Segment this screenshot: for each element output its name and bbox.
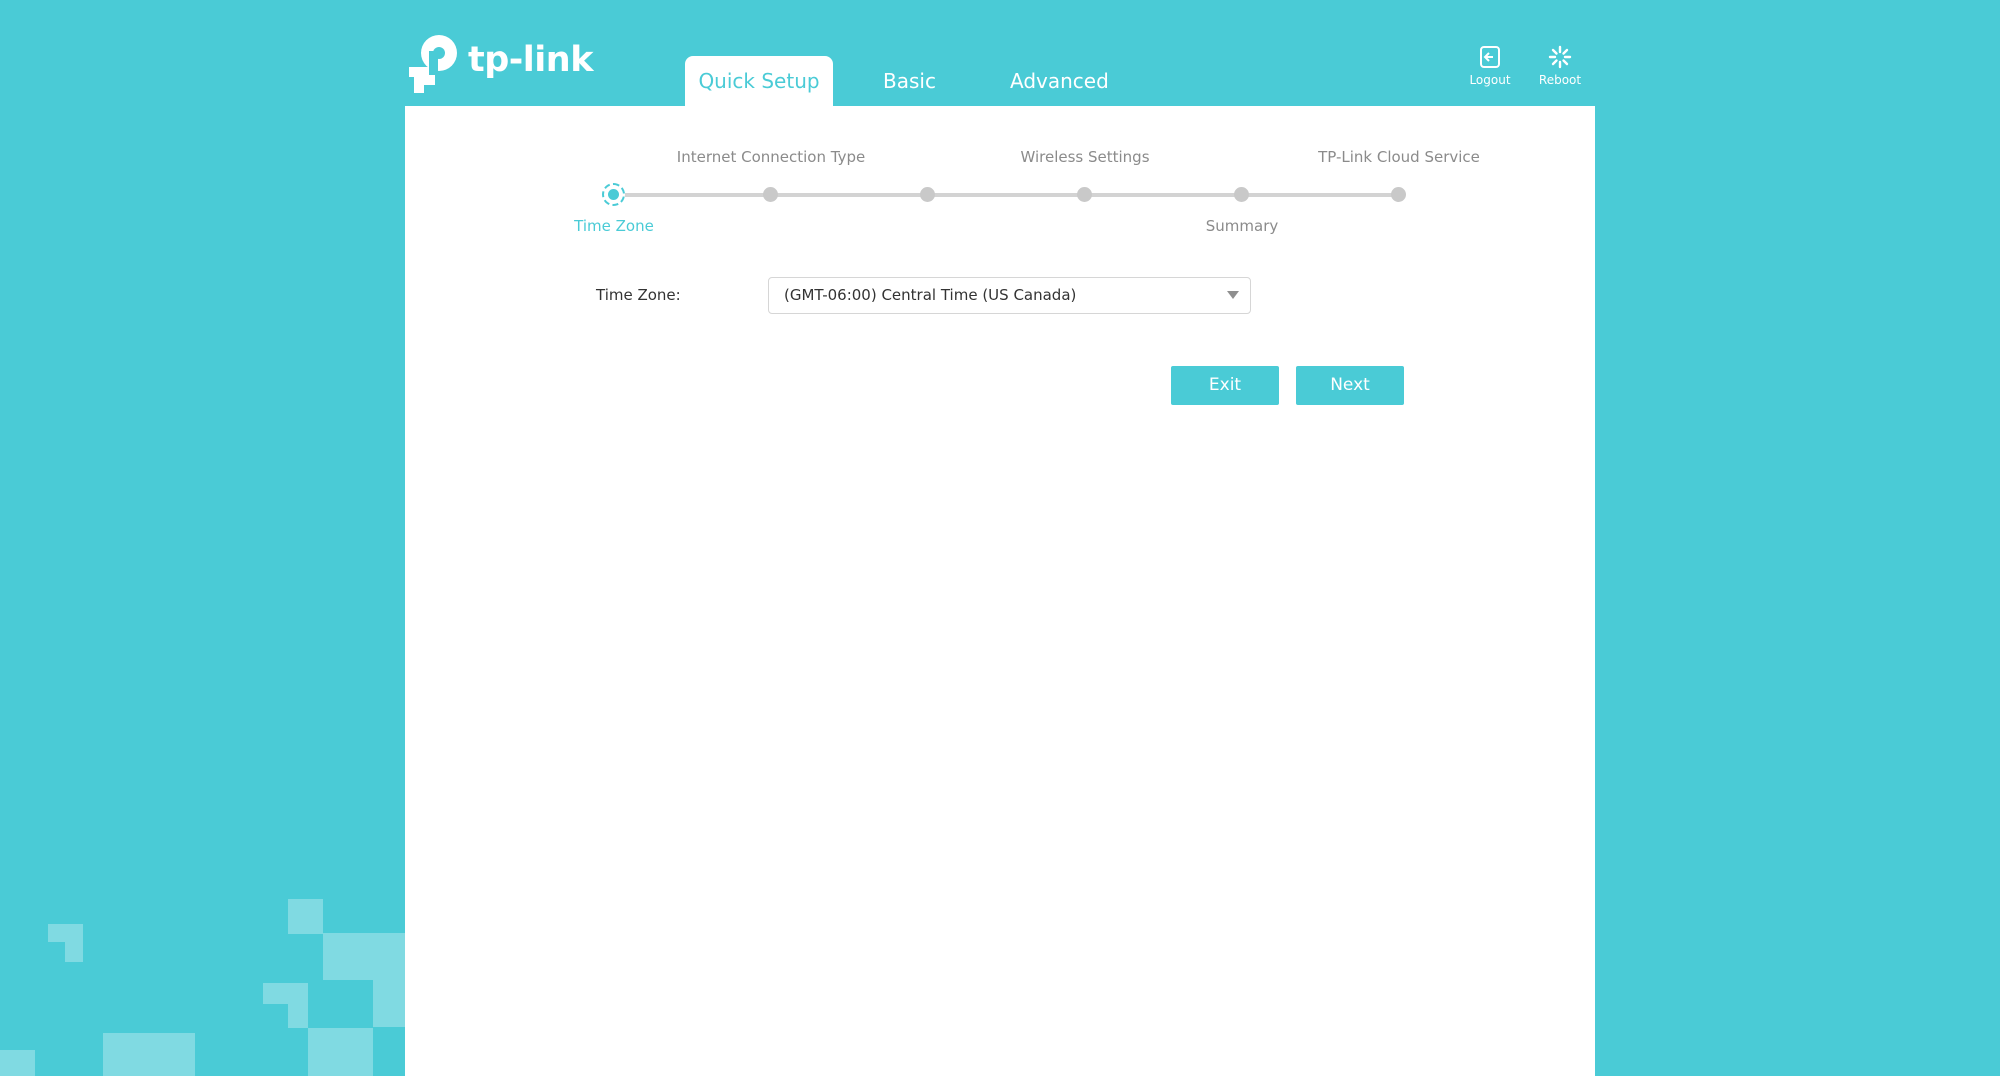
step-dot-cloud-service <box>1391 187 1406 202</box>
logout-button[interactable]: Logout <box>1455 45 1525 87</box>
brand-name: tp-link <box>468 40 594 80</box>
tab-advanced[interactable]: Advanced <box>1010 56 1109 106</box>
time-zone-select[interactable]: (GMT-06:00) Central Time (US Canada) <box>768 277 1251 314</box>
time-zone-label: Time Zone: <box>596 286 681 304</box>
logout-label: Logout <box>1469 73 1511 87</box>
quick-setup-panel: Time Zone Internet Connection Type Wirel… <box>405 106 1595 1076</box>
time-zone-value: (GMT-06:00) Central Time (US Canada) <box>784 286 1077 304</box>
tab-basic[interactable]: Basic <box>883 56 936 106</box>
step-label-summary: Summary <box>1205 217 1279 235</box>
step-label-wireless-settings: Wireless Settings <box>1020 148 1150 166</box>
step-label-internet-connection-type: Internet Connection Type <box>676 148 866 166</box>
stepper-track <box>613 193 1399 197</box>
reboot-icon <box>1548 45 1572 69</box>
exit-button[interactable]: Exit <box>1171 366 1279 405</box>
step-dot-3 <box>920 187 935 202</box>
step-label-cloud-service: TP-Link Cloud Service <box>1318 148 1480 166</box>
step-dot-summary <box>1234 187 1249 202</box>
logout-icon <box>1480 46 1500 68</box>
step-label-time-zone: Time Zone <box>574 217 654 235</box>
next-button[interactable]: Next <box>1296 366 1404 405</box>
step-dot-wireless-settings <box>1077 187 1092 202</box>
tab-quick-setup[interactable]: Quick Setup <box>685 56 833 106</box>
chevron-down-icon <box>1227 291 1239 299</box>
reboot-button[interactable]: Reboot <box>1525 45 1595 87</box>
setup-stepper: Time Zone Internet Connection Type Wirel… <box>405 106 1595 246</box>
step-dot-time-zone <box>602 183 625 206</box>
step-dot-internet-connection-type <box>763 187 778 202</box>
reboot-label: Reboot <box>1538 73 1582 87</box>
background-decoration <box>0 899 420 1076</box>
